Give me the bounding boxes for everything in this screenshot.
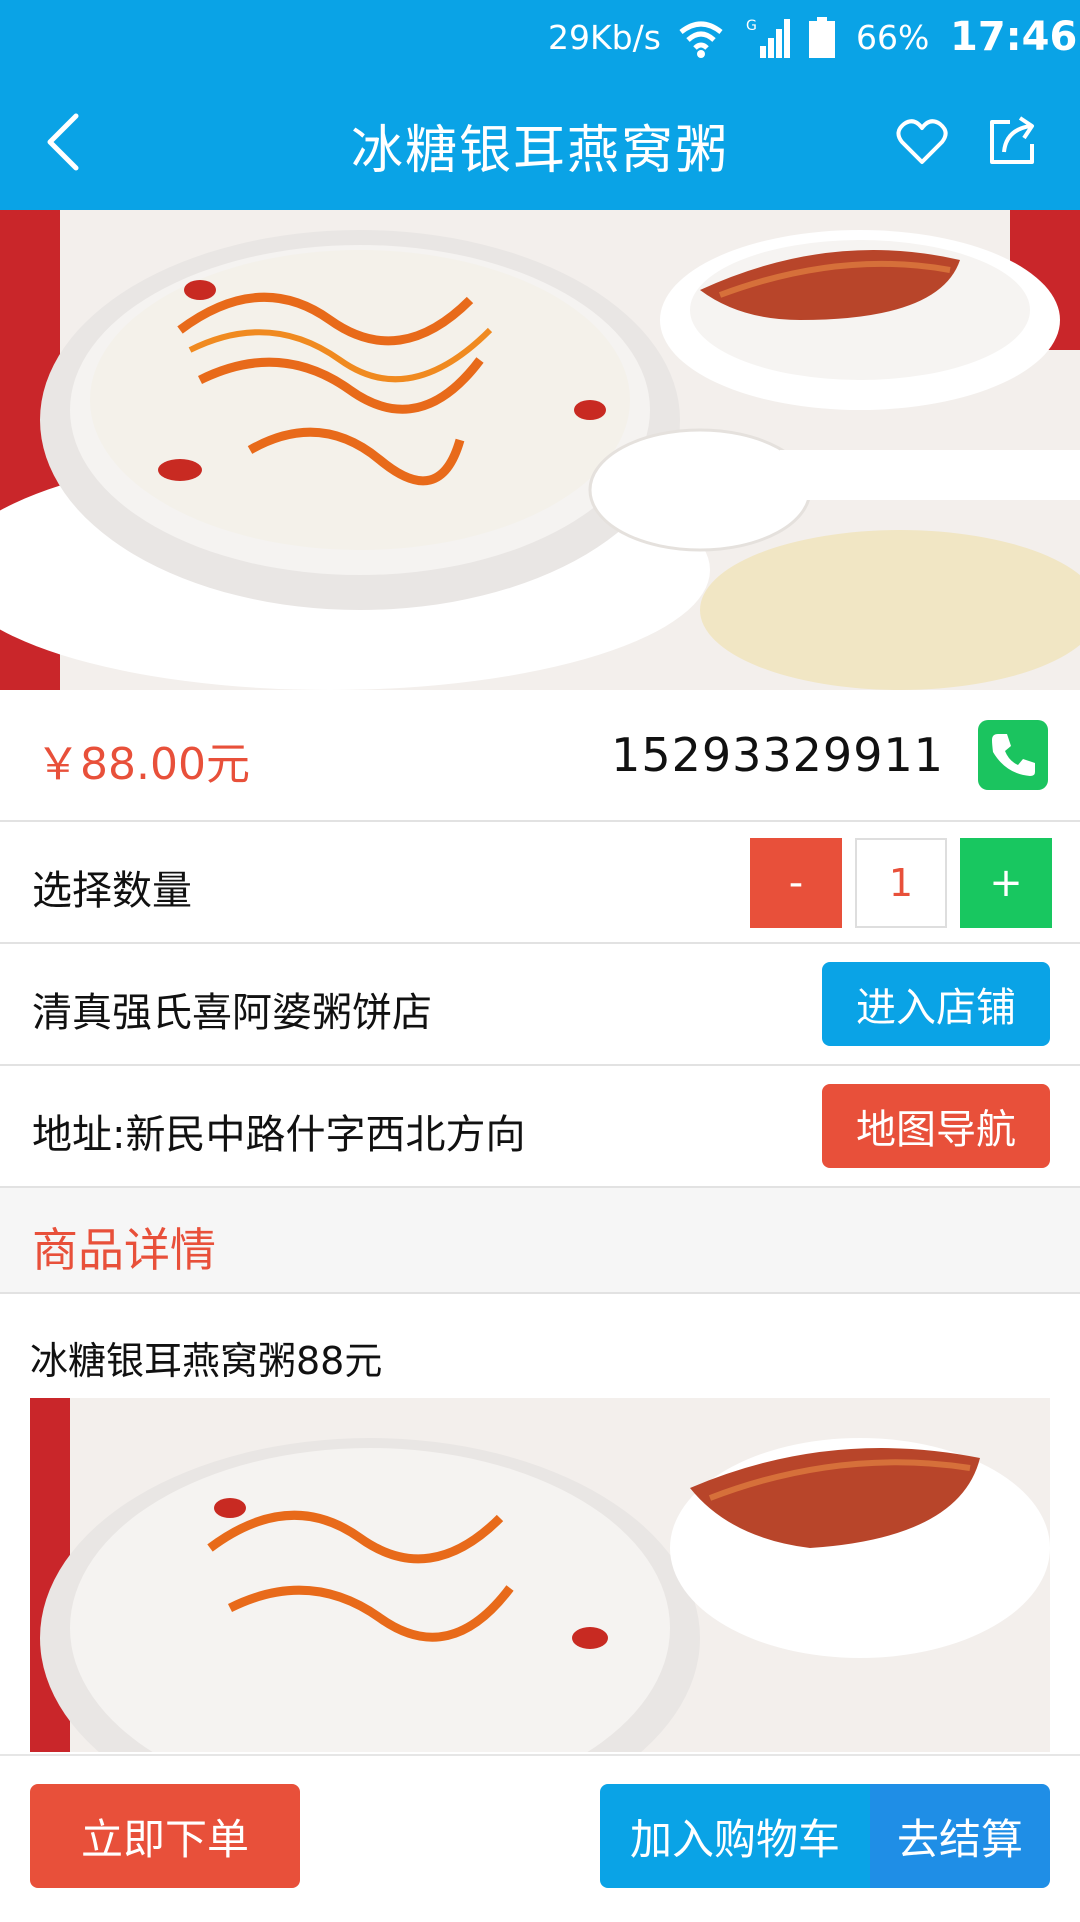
detail-image — [30, 1398, 1050, 1752]
battery-icon — [809, 17, 835, 58]
quantity-label: 选择数量 — [32, 868, 192, 914]
clock: 17:46 — [950, 14, 1078, 60]
call-button[interactable] — [978, 720, 1048, 790]
battery-percent: 66% — [856, 18, 930, 57]
bottom-action-bar: 立即下单 加入购物车 去结算 — [0, 1754, 1080, 1922]
phone-icon — [992, 734, 1035, 776]
detail-description: 冰糖银耳燕窝粥88元 — [30, 1339, 383, 1383]
quantity-row: 选择数量 - 1 + — [0, 822, 1080, 944]
price: ￥88.00元 — [36, 739, 250, 790]
store-address: 地址:新民中路什字西北方向 — [32, 1112, 526, 1158]
store-row: 清真强氏喜阿婆粥饼店 进入店铺 — [0, 944, 1080, 1066]
quantity-value[interactable]: 1 — [855, 838, 947, 928]
quantity-increase-button[interactable]: + — [960, 838, 1052, 928]
quantity-decrease-button[interactable]: - — [750, 838, 842, 928]
share-icon[interactable] — [986, 114, 1040, 168]
price-row: ￥88.00元 15293329911 — [0, 690, 1080, 822]
app-header: 冰糖银耳燕窝粥 — [0, 78, 1080, 210]
details-section-header: 商品详情 — [0, 1188, 1080, 1294]
product-image — [0, 210, 1080, 690]
heart-icon[interactable] — [896, 118, 948, 166]
store-name: 清真强氏喜阿婆粥饼店 — [32, 990, 432, 1036]
network-speed: 29Kb/s — [548, 18, 661, 57]
signal-icon: G — [746, 18, 790, 58]
status-bar: 29Kb/s G 66% 17:46 — [0, 0, 1080, 78]
address-row: 地址:新民中路什字西北方向 地图导航 — [0, 1066, 1080, 1188]
phone-number[interactable]: 15293329911 — [611, 728, 944, 782]
checkout-button[interactable]: 去结算 — [870, 1784, 1050, 1888]
enter-store-button[interactable]: 进入店铺 — [822, 962, 1050, 1046]
congee-bowl-illustration — [0, 210, 1080, 690]
wifi-icon — [679, 21, 723, 58]
order-now-button[interactable]: 立即下单 — [30, 1784, 300, 1888]
congee-bowl-illustration-detail — [30, 1398, 1050, 1752]
signal-type-label: G — [746, 18, 757, 34]
map-navigation-button[interactable]: 地图导航 — [822, 1084, 1050, 1168]
section-title: 商品详情 — [32, 1223, 216, 1277]
add-to-cart-button[interactable]: 加入购物车 — [600, 1784, 870, 1888]
